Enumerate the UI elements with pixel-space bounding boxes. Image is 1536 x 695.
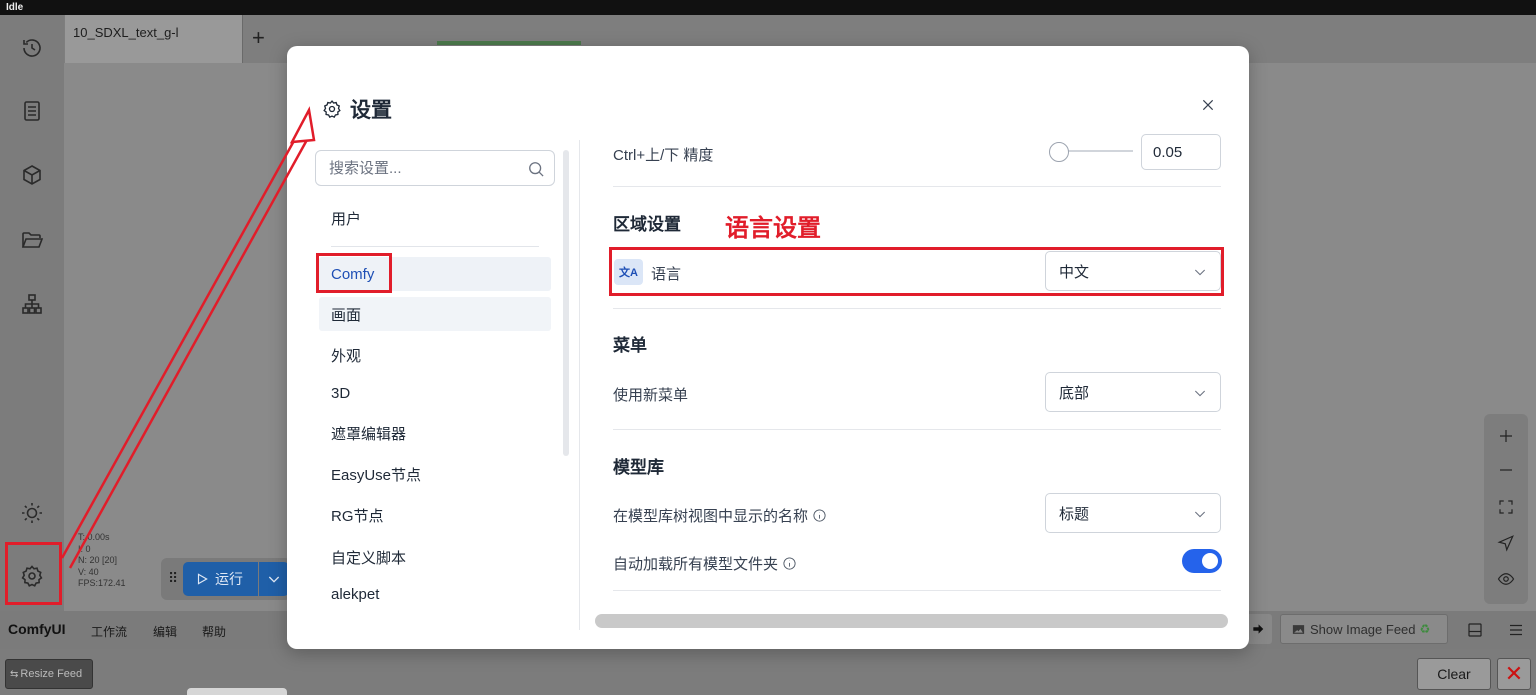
arrow-right-icon <box>1253 624 1264 634</box>
model-library-heading: 模型库 <box>613 458 664 477</box>
clear-feed-button[interactable]: Clear <box>1417 658 1491 690</box>
play-icon <box>197 573 208 585</box>
dialog-title: 设置 <box>322 94 392 124</box>
show-image-feed-label: Show Image Feed <box>1310 621 1416 637</box>
auto-load-folders-toggle[interactable] <box>1182 549 1222 573</box>
menu-workflow[interactable]: 工作流 <box>91 623 127 640</box>
category-alekpet[interactable]: alekpet <box>319 577 551 611</box>
settings-horizontal-scrollbar[interactable] <box>595 614 1228 628</box>
dialog-title-text: 设置 <box>350 99 392 122</box>
region-settings-heading: 区域设置 <box>613 215 681 234</box>
annotation-box-comfy-category <box>316 253 392 293</box>
auto-load-folders-label: 自动加载所有模型文件夹 <box>613 553 797 574</box>
drag-handle-icon[interactable]: ⠿ <box>168 570 178 587</box>
chevron-down-icon <box>1192 506 1208 522</box>
category-user[interactable]: 用户 <box>319 201 551 235</box>
stat-fps: FPS:172.41 <box>78 578 126 588</box>
category-canvas[interactable]: 画面 <box>319 297 551 331</box>
feed-tab-stub <box>187 688 287 695</box>
resize-icon: ⇆ <box>10 668 19 680</box>
close-dialog-button[interactable] <box>1195 92 1221 118</box>
model-name-display-value: 标题 <box>1059 505 1090 523</box>
ctrl-precision-label: Ctrl+上/下 精度 <box>613 147 714 164</box>
workflow-tab-label: 10_SDXL_text_g-l <box>73 25 179 40</box>
model-name-display-label: 在模型库树视图中显示的名称 <box>613 505 827 526</box>
precision-slider-handle[interactable] <box>1049 142 1069 162</box>
stat-i: I: 0 <box>78 543 91 554</box>
close-icon <box>1202 99 1214 111</box>
auto-load-folders-text: 自动加载所有模型文件夹 <box>613 556 779 573</box>
queue-list-icon[interactable] <box>14 93 50 129</box>
category-scrollbar[interactable] <box>563 150 569 456</box>
category-custom-scripts[interactable]: 自定义脚本 <box>319 540 551 574</box>
settings-search-input[interactable] <box>316 151 516 185</box>
zoom-out-icon[interactable] <box>1492 456 1520 484</box>
precision-slider-track[interactable] <box>1063 150 1133 152</box>
menu-edit[interactable]: 编辑 <box>153 623 177 640</box>
app-brand: ComfyUI <box>8 621 66 637</box>
divider <box>613 590 1221 591</box>
workflow-tab[interactable]: 10_SDXL_text_g-l <box>65 15 243 63</box>
gear-icon <box>323 100 341 119</box>
image-icon <box>1292 624 1305 634</box>
hamburger-menu-icon[interactable] <box>1505 619 1527 641</box>
theme-sun-icon[interactable] <box>14 495 50 531</box>
resize-feed-label: Resize Feed <box>20 668 83 680</box>
feed-status-icon: ♻ <box>1419 622 1431 636</box>
category-mask-editor[interactable]: 遮罩编辑器 <box>319 416 551 450</box>
close-feed-button[interactable]: ✕ <box>1497 658 1531 690</box>
settings-dialog: 设置 用户 Comfy 画面 外观 3D 遮罩编辑器 EasyUse节点 RG节… <box>287 46 1249 649</box>
category-divider <box>331 246 539 247</box>
settings-search[interactable] <box>315 150 555 186</box>
node-tree-icon[interactable] <box>14 286 50 322</box>
new-menu-select[interactable]: 底部 <box>1045 372 1221 412</box>
show-image-feed-button[interactable]: Show Image Feed ♻ <box>1280 614 1448 644</box>
folder-open-icon[interactable] <box>14 222 50 258</box>
annotation-label: 语言设置 <box>725 215 821 242</box>
run-options-dropdown[interactable] <box>259 562 289 596</box>
menu-heading: 菜单 <box>613 336 647 355</box>
panel-toggle-icon[interactable] <box>1464 619 1486 641</box>
menu-help[interactable]: 帮助 <box>202 623 226 640</box>
category-appearance[interactable]: 外观 <box>319 338 551 372</box>
annotation-box-settings-button <box>5 542 62 605</box>
new-menu-label: 使用新菜单 <box>613 387 689 404</box>
run-button-label: 运行 <box>215 571 243 587</box>
cube-icon[interactable] <box>14 157 50 193</box>
new-menu-select-value: 底部 <box>1059 384 1090 402</box>
run-button[interactable]: 运行 <box>183 562 258 596</box>
zoom-in-icon[interactable] <box>1492 422 1520 450</box>
annotation-box-language-row <box>609 247 1224 296</box>
category-rg-nodes[interactable]: RG节点 <box>319 498 551 532</box>
stat-v: V: 40 <box>78 566 99 577</box>
history-icon[interactable] <box>14 30 50 66</box>
status-bar: Idle <box>0 0 1536 15</box>
eye-icon[interactable] <box>1492 565 1520 593</box>
chevron-down-icon <box>1192 385 1208 401</box>
category-3d[interactable]: 3D <box>319 376 551 410</box>
chevron-down-icon <box>268 576 280 583</box>
category-easyuse[interactable]: EasyUse节点 <box>319 457 551 491</box>
info-icon[interactable] <box>812 508 827 523</box>
resize-feed-button[interactable]: ⇆ Resize Feed <box>5 659 93 689</box>
progress-indicator <box>437 41 581 45</box>
divider <box>613 308 1221 309</box>
search-icon <box>526 159 546 179</box>
model-name-display-select[interactable]: 标题 <box>1045 493 1221 533</box>
navigate-arrow-icon[interactable] <box>1492 529 1520 557</box>
stat-time: T: 0.00s <box>78 532 110 542</box>
fit-view-icon[interactable] <box>1492 493 1520 521</box>
status-label: Idle <box>6 2 24 13</box>
precision-number-input[interactable]: 0.05 <box>1141 134 1221 170</box>
stat-n: N: 20 [20] <box>78 555 118 565</box>
perf-stats: T: 0.00s I: 0 N: 20 [20] V: 40 FPS:172.4… <box>78 532 126 590</box>
info-icon[interactable] <box>782 556 797 571</box>
model-name-display-text: 在模型库树视图中显示的名称 <box>613 508 809 525</box>
divider <box>613 429 1221 430</box>
add-tab-button[interactable]: + <box>252 27 265 49</box>
panel-divider <box>579 140 580 630</box>
divider <box>613 186 1221 187</box>
